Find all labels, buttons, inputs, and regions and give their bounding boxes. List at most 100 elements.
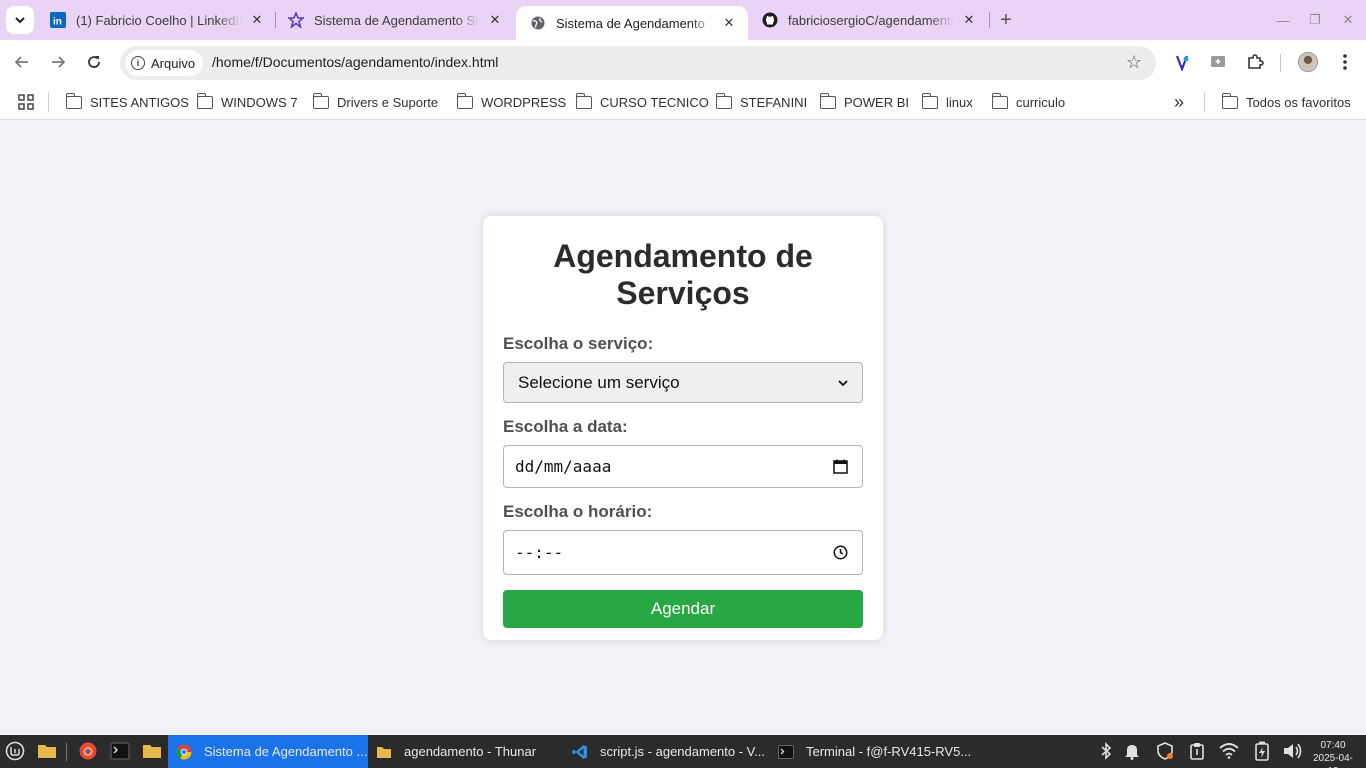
files-launcher[interactable] [142, 741, 162, 761]
address-bar[interactable]: i Arquivo /home/f/Documentos/agendamento… [120, 46, 1156, 80]
booking-form-card: Agendamento de Serviços Escolha o serviç… [483, 216, 883, 640]
folder-icon [1221, 92, 1238, 109]
date-placeholder: dd/mm/aaaa [515, 457, 612, 476]
apps-button[interactable] [18, 92, 34, 112]
apps-grid-icon [18, 94, 34, 110]
bookmark-label: WORDPRESS [481, 94, 567, 110]
date-input[interactable]: dd/mm/aaaa [503, 445, 863, 488]
task-vscode[interactable]: script.js - agendamento - V... [564, 735, 770, 768]
folder-icon [196, 92, 213, 109]
close-icon[interactable]: ✕ [960, 11, 978, 29]
tab-sistema-agendamento[interactable]: Sistema de Agendamento ✕ [516, 6, 748, 40]
bookmark-folder[interactable]: Drivers e Suporte [312, 92, 438, 112]
extensions-menu-button[interactable] [1243, 50, 1267, 74]
battery-icon[interactable] [1252, 741, 1272, 761]
bookmark-star-icon[interactable]: ☆ [1126, 52, 1142, 73]
notifications-icon[interactable] [1122, 741, 1142, 761]
clock-icon[interactable] [833, 545, 848, 560]
new-tab-button[interactable]: + [994, 8, 1018, 32]
bookmark-folder[interactable]: SITES ANTIGOS [65, 92, 189, 112]
avatar [1298, 52, 1318, 72]
bookmark-folder[interactable]: POWER BI [819, 92, 910, 112]
bookmark-label: linux [946, 94, 973, 110]
bookmark-folder[interactable]: WORDPRESS [456, 92, 567, 112]
puzzle-icon [1248, 54, 1264, 69]
update-shield-icon[interactable] [1155, 741, 1175, 761]
maximize-icon: ❐ [1309, 12, 1321, 27]
close-icon[interactable]: ✕ [248, 11, 266, 29]
maximize-button[interactable]: ❐ [1305, 10, 1325, 30]
bookmarks-overflow-button[interactable]: » [1174, 92, 1184, 112]
minimize-button[interactable]: — [1273, 10, 1293, 30]
bookmark-divider [1204, 92, 1205, 112]
task-label: Sistema de Agendamento ... [204, 744, 368, 759]
extension-button[interactable] [1170, 50, 1194, 74]
clipboard-icon[interactable] [1187, 741, 1207, 761]
svg-text:in: in [53, 17, 62, 28]
firefox-launcher[interactable] [78, 741, 98, 761]
folder-icon [38, 745, 56, 758]
site-info-chip[interactable]: i Arquivo [125, 50, 204, 76]
close-icon[interactable]: ✕ [486, 11, 504, 29]
profile-button[interactable] [1296, 50, 1320, 74]
cast-button[interactable] [1206, 50, 1230, 74]
time-label: Escolha o horário: [503, 502, 653, 521]
bookmark-folder[interactable]: WINDOWS 7 [196, 92, 298, 112]
arrow-right-icon [52, 56, 66, 68]
all-bookmarks-folder[interactable]: Todos os favoritos [1221, 92, 1351, 112]
system-clock[interactable]: 07:40 2025-04-19 [1308, 739, 1358, 768]
url-text: /home/f/Documentos/agendamento/index.htm… [212, 54, 499, 70]
bookmark-folder[interactable]: curriculo [991, 92, 1066, 112]
service-select[interactable]: Selecione um serviço [503, 362, 863, 403]
extension-logo-icon [1175, 55, 1189, 71]
task-thunar[interactable]: agendamento - Thunar [368, 735, 564, 768]
close-icon[interactable]: ✕ [720, 14, 738, 32]
tab-title: (1) Fabricio Coelho | LinkedIn [76, 12, 242, 28]
tab-linkedin[interactable]: in (1) Fabricio Coelho | LinkedIn ✕ [36, 4, 276, 36]
folder-icon [921, 92, 938, 109]
page-viewport: Agendamento de Serviços Escolha o serviç… [0, 121, 1366, 735]
task-terminal[interactable]: Terminal - f@f-RV415-RV5... [770, 735, 970, 768]
chrome-icon [176, 744, 192, 760]
bookmark-folder[interactable]: linux [921, 92, 973, 112]
reload-icon [88, 56, 100, 68]
tab-title: Sistema de Agendamento Simples [314, 12, 480, 28]
service-label: Escolha o serviço: [503, 334, 654, 353]
back-button[interactable] [10, 50, 34, 74]
terminal-launcher[interactable] [110, 741, 130, 761]
calendar-icon[interactable] [833, 459, 848, 474]
task-label: script.js - agendamento - V... [600, 744, 765, 759]
time-input[interactable]: --:-- [503, 530, 863, 575]
bookmark-folder[interactable]: CURSO TECNICO [575, 92, 709, 112]
bookmark-divider [48, 92, 49, 112]
arrow-left-icon [14, 56, 28, 68]
browser-tab-strip: in (1) Fabricio Coelho | LinkedIn ✕ Sist… [0, 0, 1366, 40]
folder-icon [715, 92, 732, 109]
tab-github[interactable]: fabriciosergioC/agendamento ✕ [748, 4, 988, 36]
start-menu-button[interactable] [5, 741, 25, 761]
file-manager-launcher[interactable] [37, 741, 57, 761]
window-close-button[interactable]: ✕ [1338, 10, 1358, 30]
tab-sistema-simples[interactable]: Sistema de Agendamento Simples ✕ [274, 4, 514, 36]
agendar-button[interactable]: Agendar [503, 590, 863, 628]
tab-title: Sistema de Agendamento [556, 15, 705, 31]
volume-icon[interactable] [1282, 741, 1302, 761]
folder-icon [312, 92, 329, 109]
task-chrome[interactable]: Sistema de Agendamento ... [168, 735, 368, 768]
os-taskbar: Sistema de Agendamento ... agendamento -… [0, 735, 1366, 768]
bookmark-label: curriculo [1016, 94, 1066, 110]
site-info-label: Arquivo [151, 55, 196, 71]
task-label: agendamento - Thunar [404, 744, 537, 759]
service-select-value: Selecione um serviço [518, 372, 680, 392]
mint-logo-icon [5, 741, 25, 761]
bookmark-folder[interactable]: STEFANINI [715, 92, 807, 112]
wifi-icon[interactable] [1219, 741, 1239, 761]
terminal-icon [110, 742, 130, 760]
forward-button[interactable] [46, 50, 70, 74]
bluetooth-icon[interactable] [1096, 741, 1116, 761]
tab-search-button[interactable] [6, 6, 34, 34]
browser-menu-button[interactable] [1333, 50, 1357, 74]
page-title: Agendamento de Serviços [553, 238, 813, 311]
bookmark-label: POWER BI [844, 94, 910, 110]
reload-button[interactable] [82, 50, 106, 74]
